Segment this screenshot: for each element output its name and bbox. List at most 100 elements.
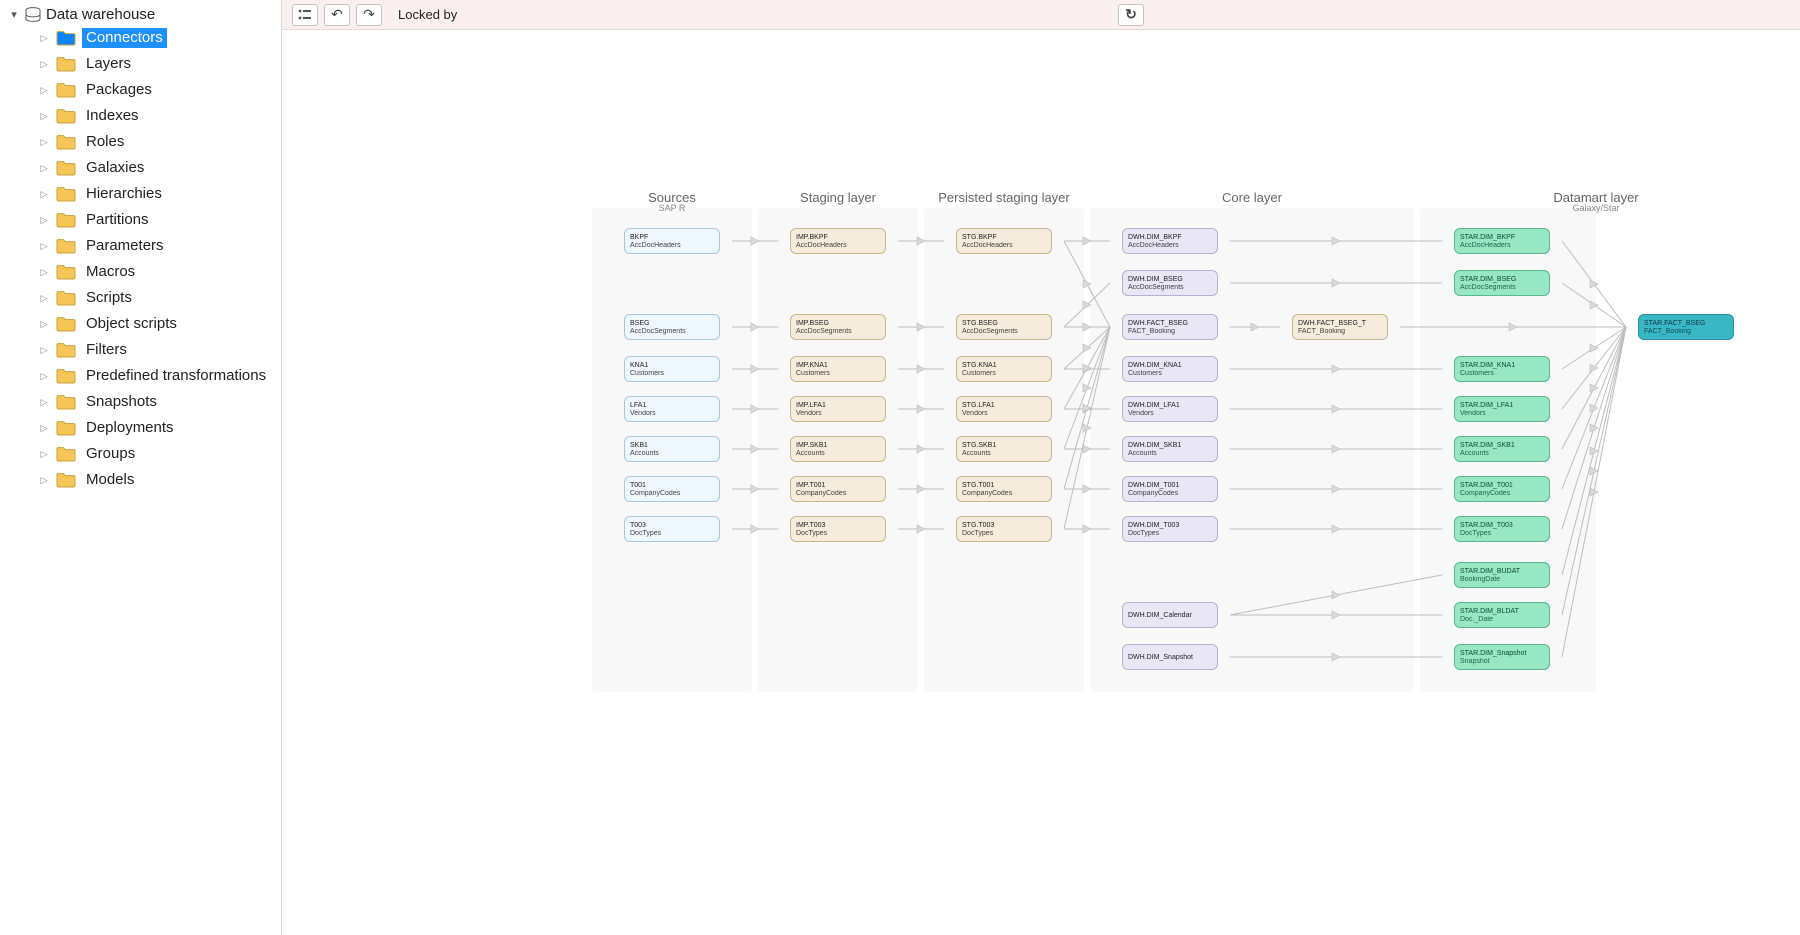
tree-item-object-scripts[interactable]: ▷Object scripts bbox=[36, 311, 281, 337]
node-core-4[interactable]: DWH.DIM_LFA1Vendors bbox=[1122, 396, 1218, 422]
node-src-1[interactable]: BSEGAccDocSegments bbox=[624, 314, 720, 340]
node-stg-1[interactable]: IMP.BSEGAccDocSegments bbox=[790, 314, 886, 340]
node-subtitle: DocTypes bbox=[962, 530, 1046, 538]
tree-root[interactable]: ▾ Data warehouse bbox=[8, 4, 281, 25]
tree-item-predefined-transformations[interactable]: ▷Predefined transformations bbox=[36, 363, 281, 389]
node-src-5[interactable]: T001CompanyCodes bbox=[624, 476, 720, 502]
node-title: IMP.T003 bbox=[796, 522, 880, 530]
node-subtitle: AccDocHeaders bbox=[962, 242, 1046, 250]
caret-right-icon: ▷ bbox=[38, 55, 50, 73]
col-header-staging: Staging layer bbox=[758, 190, 918, 205]
node-core-9[interactable]: DWH.DIM_Snapshot bbox=[1122, 644, 1218, 670]
node-core-1[interactable]: DWH.DIM_BSEGAccDocSegments bbox=[1122, 270, 1218, 296]
tree-item-macros[interactable]: ▷Macros bbox=[36, 259, 281, 285]
node-title: IMP.SKB1 bbox=[796, 442, 880, 450]
node-dm-3[interactable]: STAR.DIM_LFA1Vendors bbox=[1454, 396, 1550, 422]
node-title: LFA1 bbox=[630, 402, 714, 410]
folder-icon bbox=[56, 472, 76, 488]
node-stg-6[interactable]: IMP.T003DocTypes bbox=[790, 516, 886, 542]
caret-right-icon: ▷ bbox=[38, 263, 50, 281]
node-core-0[interactable]: DWH.DIM_BKPFAccDocHeaders bbox=[1122, 228, 1218, 254]
caret-right-icon: ▷ bbox=[38, 185, 50, 203]
node-pst-2[interactable]: STG.KNA1Customers bbox=[956, 356, 1052, 382]
node-subtitle: AccDocHeaders bbox=[1460, 242, 1544, 250]
tree-item-parameters[interactable]: ▷Parameters bbox=[36, 233, 281, 259]
node-dm-9[interactable]: STAR.DIM_SnapshotSnapshot bbox=[1454, 644, 1550, 670]
node-title: DWH.DIM_KNA1 bbox=[1128, 362, 1212, 370]
node-src-2[interactable]: KNA1Customers bbox=[624, 356, 720, 382]
node-title: IMP.T001 bbox=[796, 482, 880, 490]
tree-item-deployments[interactable]: ▷Deployments bbox=[36, 415, 281, 441]
node-title: KNA1 bbox=[630, 362, 714, 370]
node-pst-5[interactable]: STG.T001CompanyCodes bbox=[956, 476, 1052, 502]
tree-item-snapshots[interactable]: ▷Snapshots bbox=[36, 389, 281, 415]
tree-item-label: Hierarchies bbox=[82, 184, 166, 204]
node-subtitle: Vendors bbox=[1460, 410, 1544, 418]
tree-item-groups[interactable]: ▷Groups bbox=[36, 441, 281, 467]
node-core-7[interactable]: DWH.DIM_T003DocTypes bbox=[1122, 516, 1218, 542]
undo-button[interactable]: ↶ bbox=[324, 4, 350, 26]
node-subtitle: FACT_Booking bbox=[1298, 328, 1382, 336]
refresh-button[interactable]: ↻ bbox=[1118, 4, 1144, 26]
node-stg-2[interactable]: IMP.KNA1Customers bbox=[790, 356, 886, 382]
node-title: DWH.DIM_LFA1 bbox=[1128, 402, 1212, 410]
node-src-0[interactable]: BKPFAccDocHeaders bbox=[624, 228, 720, 254]
tree-item-hierarchies[interactable]: ▷ Hierarchies bbox=[36, 181, 281, 207]
node-core-5[interactable]: DWH.DIM_SKB1Accounts bbox=[1122, 436, 1218, 462]
tree-item-models[interactable]: ▷Models bbox=[36, 467, 281, 493]
node-stg-4[interactable]: IMP.SKB1Accounts bbox=[790, 436, 886, 462]
node-dm-1[interactable]: STAR.DIM_BSEGAccDocSegments bbox=[1454, 270, 1550, 296]
node-pst-1[interactable]: STG.BSEGAccDocSegments bbox=[956, 314, 1052, 340]
caret-right-icon: ▷ bbox=[38, 289, 50, 307]
node-src-3[interactable]: LFA1Vendors bbox=[624, 396, 720, 422]
node-dm-8[interactable]: STAR.DIM_BLDATDoc._Date bbox=[1454, 602, 1550, 628]
node-core-3[interactable]: DWH.DIM_KNA1Customers bbox=[1122, 356, 1218, 382]
node-title: DWH.FACT_BSEG_T bbox=[1298, 320, 1382, 328]
tree-item-partitions[interactable]: ▷Partitions bbox=[36, 207, 281, 233]
toolbar: ↶ ↷ Locked by ↻ bbox=[282, 0, 1800, 30]
tree-item-connectors[interactable]: ▷Connectors bbox=[36, 25, 281, 51]
node-dm-fact[interactable]: STAR.FACT_BSEGFACT_Booking bbox=[1638, 314, 1734, 340]
tree-item-scripts[interactable]: ▷Scripts bbox=[36, 285, 281, 311]
node-src-4[interactable]: SKB1Accounts bbox=[624, 436, 720, 462]
node-title: DWH.DIM_BKPF bbox=[1128, 234, 1212, 242]
node-pst-4[interactable]: STG.SKB1Accounts bbox=[956, 436, 1052, 462]
caret-right-icon: ▷ bbox=[38, 29, 50, 47]
node-pst-3[interactable]: STG.LFA1Vendors bbox=[956, 396, 1052, 422]
node-title: STAR.DIM_BLDAT bbox=[1460, 608, 1544, 616]
folder-icon bbox=[56, 446, 76, 462]
node-dm-4[interactable]: STAR.DIM_SKB1Accounts bbox=[1454, 436, 1550, 462]
view-options-button[interactable] bbox=[292, 4, 318, 26]
tree-item-galaxies[interactable]: ▷Galaxies bbox=[36, 155, 281, 181]
col-header-datamart: Datamart layerGalaxy/Star bbox=[1420, 190, 1772, 213]
tree-item-layers[interactable]: ▷Layers bbox=[36, 51, 281, 77]
tree-item-filters[interactable]: ▷Filters bbox=[36, 337, 281, 363]
tree-item-indexes[interactable]: ▷Indexes bbox=[36, 103, 281, 129]
node-stg-0[interactable]: IMP.BKPFAccDocHeaders bbox=[790, 228, 886, 254]
node-dm-7[interactable]: STAR.DIM_BUDATBookingDate bbox=[1454, 562, 1550, 588]
caret-right-icon: ▷ bbox=[38, 445, 50, 463]
tree-item-roles[interactable]: ▷Roles bbox=[36, 129, 281, 155]
node-dm-6[interactable]: STAR.DIM_T003DocTypes bbox=[1454, 516, 1550, 542]
node-dm-0[interactable]: STAR.DIM_BKPFAccDocHeaders bbox=[1454, 228, 1550, 254]
tree-item-label: Packages bbox=[82, 80, 156, 100]
diagram-canvas[interactable]: SourcesSAP R Staging layer Persisted sta… bbox=[282, 30, 1800, 935]
tree-item-packages[interactable]: ▷Packages bbox=[36, 77, 281, 103]
node-core-6[interactable]: DWH.DIM_T001CompanyCodes bbox=[1122, 476, 1218, 502]
node-stg-3[interactable]: IMP.LFA1Vendors bbox=[790, 396, 886, 422]
redo-button[interactable]: ↷ bbox=[356, 4, 382, 26]
node-dm-5[interactable]: STAR.DIM_T001CompanyCodes bbox=[1454, 476, 1550, 502]
node-pst-0[interactable]: STG.BKPFAccDocHeaders bbox=[956, 228, 1052, 254]
caret-right-icon: ▷ bbox=[38, 159, 50, 177]
folder-icon bbox=[56, 368, 76, 384]
node-core-8[interactable]: DWH.DIM_Calendar bbox=[1122, 602, 1218, 628]
node-pst-6[interactable]: STG.T003DocTypes bbox=[956, 516, 1052, 542]
node-core-fact-t[interactable]: DWH.FACT_BSEG_TFACT_Booking bbox=[1292, 314, 1388, 340]
node-title: DWH.DIM_BSEG bbox=[1128, 276, 1212, 284]
node-stg-5[interactable]: IMP.T001CompanyCodes bbox=[790, 476, 886, 502]
node-core-2[interactable]: DWH.FACT_BSEGFACT_Booking bbox=[1122, 314, 1218, 340]
folder-icon bbox=[56, 108, 76, 124]
node-dm-2[interactable]: STAR.DIM_KNA1Customers bbox=[1454, 356, 1550, 382]
node-src-6[interactable]: T003DocTypes bbox=[624, 516, 720, 542]
tree-item-label: Indexes bbox=[82, 106, 143, 126]
